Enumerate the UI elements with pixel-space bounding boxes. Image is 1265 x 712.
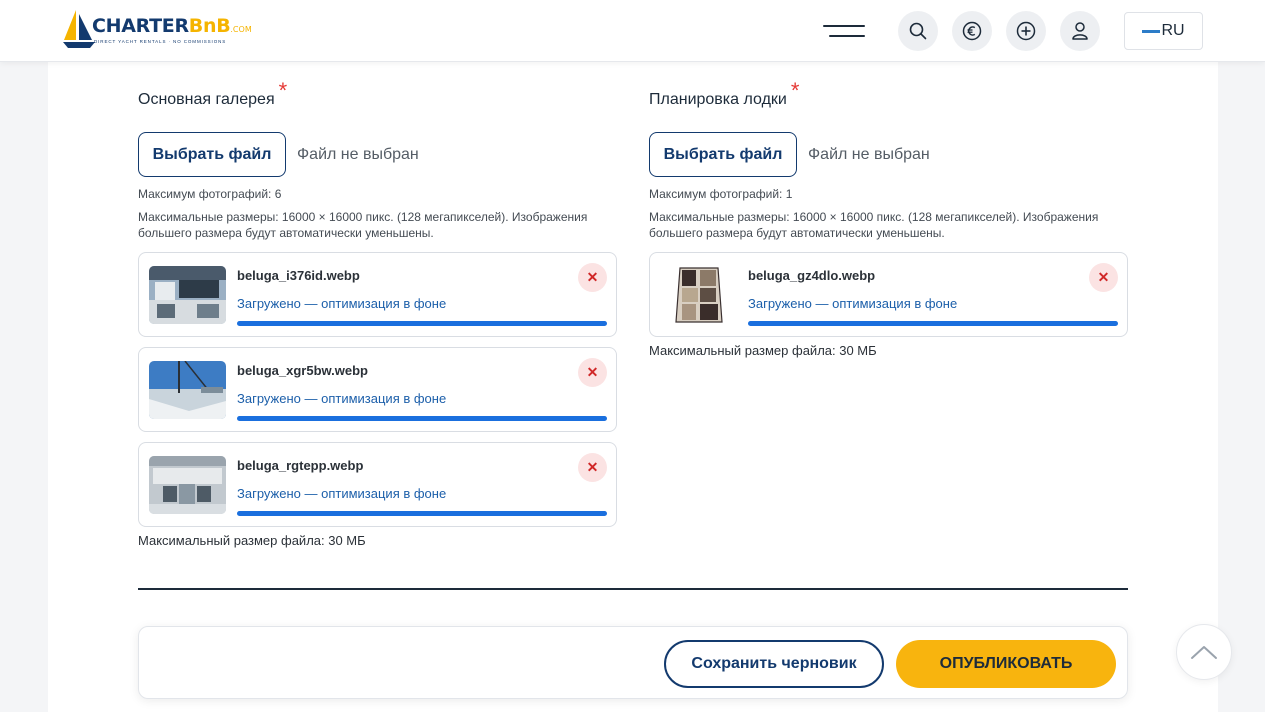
publish-button[interactable]: ОПУБЛИКОВАТЬ — [896, 640, 1116, 688]
gallery-section-title: Основная галерея * — [138, 78, 288, 108]
layout-plan-upload-item: beluga_gz4dlo.webp Загружено — оптимизац… — [649, 252, 1128, 337]
required-mark: * — [278, 78, 288, 103]
site-header: CHARTERBnB.COM DIRECT YACHT RENTALS · NO… — [0, 0, 1265, 62]
language-selector[interactable]: RU — [1124, 12, 1203, 50]
upload-status: Загружено — оптимизация в фоне — [237, 486, 447, 501]
gallery-upload-item: beluga_i376id.webp Загружено — оптимизац… — [138, 252, 617, 337]
layout-plan-file-status: Файл не выбран — [808, 146, 930, 163]
account-button[interactable] — [1060, 11, 1100, 51]
chevron-up-icon — [1191, 646, 1217, 659]
currency-button[interactable] — [952, 11, 992, 51]
gallery-upload-item: beluga_rgtepp.webp Загружено — оптимизац… — [138, 442, 617, 527]
layout-plan-max-file-size: Максимальный размер файла: 30 МБ — [649, 343, 877, 358]
add-listing-button[interactable] — [1006, 11, 1046, 51]
layout-plan-dimensions-hint: Максимальные размеры: 16000 × 16000 пикс… — [649, 210, 1099, 240]
required-mark: * — [790, 78, 800, 103]
layout-plan-choose-file-button[interactable]: Выбрать файл — [649, 132, 797, 177]
section-divider — [138, 588, 1128, 590]
photo-thumbnail — [149, 456, 226, 514]
close-icon: ✕ — [1097, 269, 1110, 285]
add-icon — [1016, 21, 1036, 41]
gallery-max-file-size: Максимальный размер файла: 30 МБ — [138, 533, 366, 548]
gallery-file-status: Файл не выбран — [297, 146, 419, 163]
layout-thumbnail — [660, 266, 737, 324]
remove-file-button[interactable]: ✕ — [578, 263, 607, 292]
upload-progress-bar — [237, 321, 607, 326]
layout-plan-max-photos: Максимум фотографий: 1 — [649, 187, 793, 201]
save-draft-button[interactable]: Сохранить черновик — [664, 640, 884, 688]
file-name: beluga_rgtepp.webp — [237, 458, 364, 473]
close-icon: ✕ — [586, 459, 599, 475]
search-icon — [909, 22, 927, 40]
photo-thumbnail — [149, 266, 226, 324]
upload-status: Загружено — оптимизация в фоне — [748, 296, 958, 311]
gallery-upload-item: beluga_xgr5bw.webp Загружено — оптимизац… — [138, 347, 617, 432]
upload-status: Загружено — оптимизация в фоне — [237, 391, 447, 406]
search-button[interactable] — [898, 11, 938, 51]
close-icon: ✕ — [586, 364, 599, 380]
logo-tagline: DIRECT YACHT RENTALS · NO COMMISSIONS — [94, 39, 227, 44]
file-name: beluga_xgr5bw.webp — [237, 363, 368, 378]
remove-file-button[interactable]: ✕ — [1089, 263, 1118, 292]
remove-file-button[interactable]: ✕ — [578, 358, 607, 387]
sticky-action-bar: Сохранить черновик ОПУБЛИКОВАТЬ — [138, 626, 1128, 699]
gallery-dimensions-hint: Максимальные размеры: 16000 × 16000 пикс… — [138, 210, 588, 240]
upload-status: Загружено — оптимизация в фоне — [237, 296, 447, 311]
file-name: beluga_gz4dlo.webp — [748, 268, 876, 283]
euro-icon — [962, 21, 982, 41]
close-icon: ✕ — [586, 269, 599, 285]
upload-progress-bar — [237, 511, 607, 516]
photo-thumbnail — [149, 361, 226, 419]
remove-file-button[interactable]: ✕ — [578, 453, 607, 482]
user-icon — [1072, 22, 1088, 40]
flag-icon — [1142, 29, 1161, 33]
upload-progress-bar — [748, 321, 1118, 326]
scroll-to-top-button[interactable] — [1176, 624, 1232, 680]
charterbnb-logo[interactable]: CHARTERBnB.COM DIRECT YACHT RENTALS · NO… — [62, 8, 252, 52]
sailboat-logo-icon — [63, 10, 95, 48]
layout-plan-section-title: Планировка лодки * — [649, 78, 800, 108]
hamburger-icon[interactable] — [823, 23, 865, 39]
logo-wordmark: CHARTERBnB.COM — [92, 15, 252, 37]
gallery-choose-file-button[interactable]: Выбрать файл — [138, 132, 286, 177]
file-name: beluga_i376id.webp — [237, 268, 360, 283]
upload-progress-bar — [237, 416, 607, 421]
gallery-max-photos: Максимум фотографий: 6 — [138, 187, 282, 201]
